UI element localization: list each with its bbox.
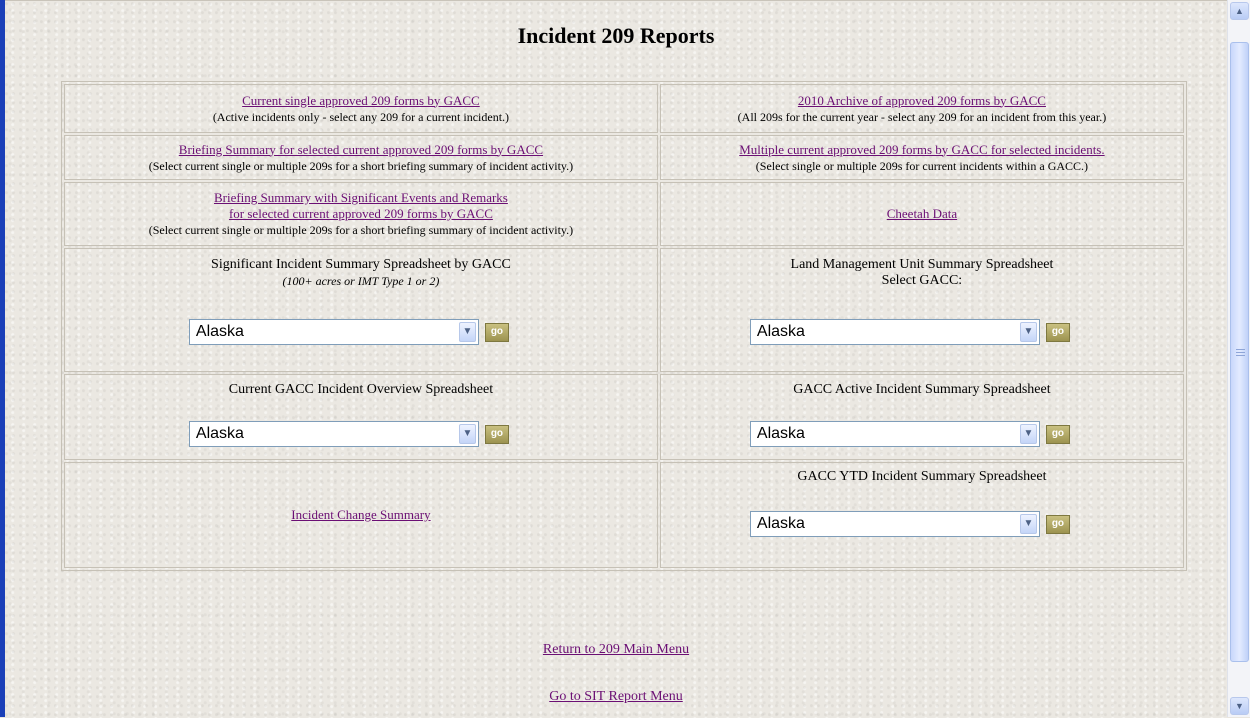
gacc-overview-go-button[interactable]: go: [484, 424, 509, 444]
current-single-note: (Active incidents only - select any 209 …: [212, 109, 510, 124]
grip-line: [1236, 349, 1245, 350]
cell-cheetah: Cheetah Data: [659, 182, 1184, 246]
table-row: Incident Change Summary GACC YTD Inciden…: [64, 462, 1184, 568]
significant-gacc-selected: Alaska: [195, 323, 244, 340]
cell-land-management: Land Management Unit Summary Spreadsheet…: [659, 248, 1184, 372]
chevron-down-icon[interactable]: ▼: [458, 424, 476, 444]
significant-spreadsheet-heading: Significant Incident Summary Spreadsheet…: [211, 257, 511, 272]
cell-significant-spreadsheet: Significant Incident Summary Spreadsheet…: [64, 248, 658, 372]
briefing-significant-link[interactable]: Briefing Summary with Significant Events…: [214, 190, 508, 221]
gacc-ytd-heading: GACC YTD Incident Summary Spreadsheet: [797, 469, 1047, 484]
gacc-ytd-select[interactable]: Alaska ▼: [749, 511, 1040, 537]
cell-briefing-summary: Briefing Summary for selected current ap…: [64, 135, 658, 180]
land-management-heading: Land Management Unit Summary Spreadsheet: [790, 257, 1054, 272]
cell-gacc-overview: Current GACC Incident Overview Spreadshe…: [64, 374, 658, 460]
return-link-container: Return to 209 Main Menu: [5, 642, 1227, 658]
grip-line: [1236, 352, 1245, 353]
significant-spreadsheet-subheading: (100+ acres or IMT Type 1 or 2): [282, 274, 440, 288]
multiple-current-note: (Select single or multiple 209s for curr…: [755, 158, 1089, 173]
cell-multiple-current: Multiple current approved 209 forms by G…: [659, 135, 1184, 180]
cell-gacc-active: GACC Active Incident Summary Spreadsheet…: [659, 374, 1184, 460]
cell-briefing-significant: Briefing Summary with Significant Events…: [64, 182, 658, 246]
briefing-summary-note: (Select current single or multiple 209s …: [148, 158, 574, 173]
archive-2010-link[interactable]: 2010 Archive of approved 209 forms by GA…: [798, 93, 1046, 108]
table-row: Briefing Summary with Significant Events…: [64, 182, 1184, 246]
archive-2010-note: (All 209s for the current year - select …: [737, 109, 1107, 124]
go-to-sit-report-menu-link[interactable]: Go to SIT Report Menu: [549, 689, 683, 704]
cell-current-single: Current single approved 209 forms by GAC…: [64, 84, 658, 133]
gacc-active-selected: Alaska: [756, 425, 805, 442]
gacc-ytd-selected: Alaska: [756, 515, 805, 532]
chevron-down-icon[interactable]: ▼: [458, 322, 476, 342]
chevron-down-icon[interactable]: ▼: [1019, 514, 1037, 534]
scrollbar-thumb[interactable]: [1230, 42, 1249, 662]
gacc-active-select[interactable]: Alaska ▼: [749, 421, 1040, 447]
table-row: Significant Incident Summary Spreadsheet…: [64, 248, 1184, 372]
land-management-gacc-select[interactable]: Alaska ▼: [749, 319, 1040, 345]
gacc-overview-select[interactable]: Alaska ▼: [188, 421, 479, 447]
gacc-ytd-go-button[interactable]: go: [1045, 514, 1070, 534]
land-management-subheading: Select GACC:: [881, 273, 963, 288]
reports-table: Current single approved 209 forms by GAC…: [61, 81, 1187, 571]
table-row: Current single approved 209 forms by GAC…: [64, 84, 1184, 133]
cell-archive-2010: 2010 Archive of approved 209 forms by GA…: [659, 84, 1184, 133]
briefing-significant-link-line2: for selected current approved 209 forms …: [228, 206, 493, 221]
significant-gacc-select[interactable]: Alaska ▼: [188, 319, 479, 345]
gacc-active-heading: GACC Active Incident Summary Spreadsheet: [793, 382, 1051, 397]
briefing-significant-note: (Select current single or multiple 209s …: [148, 223, 574, 237]
chevron-down-icon[interactable]: ▼: [1019, 322, 1037, 342]
land-management-go-button[interactable]: go: [1045, 322, 1070, 342]
briefing-significant-link-line1: Briefing Summary with Significant Events…: [213, 190, 508, 205]
cheetah-data-link[interactable]: Cheetah Data: [887, 206, 957, 221]
briefing-summary-link[interactable]: Briefing Summary for selected current ap…: [179, 142, 543, 157]
significant-go-button[interactable]: go: [484, 322, 509, 342]
table-row: Current GACC Incident Overview Spreadshe…: [64, 374, 1184, 460]
return-to-209-main-menu-link[interactable]: Return to 209 Main Menu: [543, 642, 689, 657]
vertical-scrollbar[interactable]: ▲ ▼: [1227, 0, 1250, 717]
scroll-up-icon[interactable]: ▲: [1230, 2, 1249, 20]
land-management-gacc-selected: Alaska: [756, 323, 805, 340]
gacc-active-go-button[interactable]: go: [1045, 424, 1070, 444]
cell-gacc-ytd: GACC YTD Incident Summary Spreadsheet Al…: [659, 462, 1184, 568]
page-title: Incident 209 Reports: [517, 23, 715, 48]
current-single-link[interactable]: Current single approved 209 forms by GAC…: [242, 93, 480, 108]
multiple-current-link[interactable]: Multiple current approved 209 forms by G…: [739, 142, 1104, 157]
sit-link-container: Go to SIT Report Menu: [5, 689, 1227, 705]
chevron-down-icon[interactable]: ▼: [1019, 424, 1037, 444]
scroll-down-icon[interactable]: ▼: [1230, 697, 1249, 715]
page-content: Incident 209 Reports Current single appr…: [5, 0, 1227, 718]
grip-line: [1236, 355, 1245, 356]
gacc-overview-heading: Current GACC Incident Overview Spreadshe…: [228, 382, 494, 397]
table-row: Briefing Summary for selected current ap…: [64, 135, 1184, 180]
incident-change-summary-link[interactable]: Incident Change Summary: [291, 507, 430, 522]
cell-incident-change: Incident Change Summary: [64, 462, 658, 568]
gacc-overview-selected: Alaska: [195, 425, 244, 442]
